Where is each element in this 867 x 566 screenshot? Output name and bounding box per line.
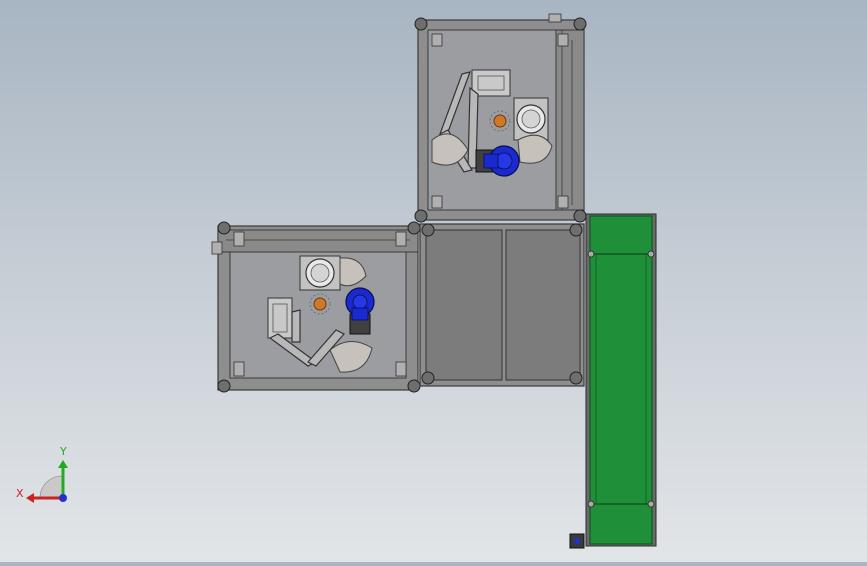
left-machine-module[interactable] bbox=[211, 221, 421, 393]
cabinet-panel-right bbox=[505, 229, 581, 381]
upper-corner-post-bl bbox=[414, 209, 428, 223]
left-corner-post-bl bbox=[217, 379, 231, 393]
cad-viewport[interactable]: Y X bbox=[0, 0, 867, 562]
triad-base-wedge bbox=[39, 475, 63, 499]
cabinet-panel-left bbox=[425, 229, 503, 381]
triad-x-label: X bbox=[16, 487, 24, 500]
triad-y-label: Y bbox=[59, 445, 67, 458]
upper-drive-sprocket bbox=[493, 114, 507, 128]
upper-drive-motor bbox=[475, 145, 520, 177]
triad-z-axis bbox=[59, 494, 67, 502]
left-corner-post-br bbox=[407, 379, 421, 393]
upper-corner-post-tl bbox=[414, 17, 428, 31]
left-drive-sprocket bbox=[313, 297, 327, 311]
model-view-canvas[interactable]: Y X bbox=[0, 0, 867, 562]
left-corner-post-tl bbox=[217, 221, 231, 235]
left-corner-post-tr bbox=[407, 221, 421, 235]
upper-side-rail bbox=[555, 29, 585, 211]
upper-corner-post-tr bbox=[573, 17, 587, 31]
left-drive-motor bbox=[345, 287, 375, 335]
upper-corner-post-br bbox=[573, 209, 587, 223]
conveyor-belt bbox=[589, 215, 653, 545]
upper-machine-module[interactable] bbox=[414, 13, 587, 223]
center-cabinet[interactable] bbox=[419, 223, 585, 387]
orientation-triad: Y X bbox=[16, 445, 68, 503]
